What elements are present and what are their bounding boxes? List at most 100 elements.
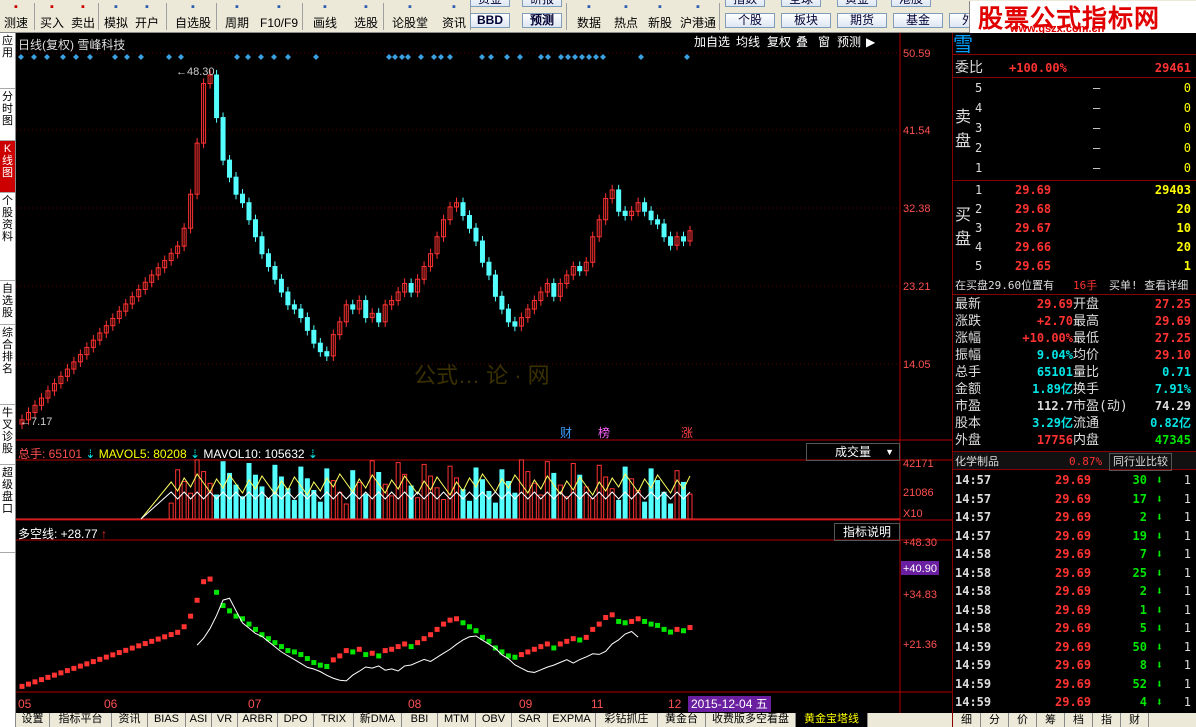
indicator-tab[interactable]: 彩钻抓庄	[596, 713, 658, 727]
indicator-tab[interactable]: 设置	[16, 713, 50, 727]
indicator-tab[interactable]: TRIX	[314, 713, 354, 727]
toolbar-top-button[interactable]: 指数	[725, 0, 765, 7]
chart-top-button[interactable]: 预测	[835, 34, 864, 51]
tick-volume: 7	[1139, 547, 1147, 561]
toolbar-right-button[interactable]: 板块	[781, 13, 831, 28]
date-axis-label: 08	[408, 697, 422, 711]
toolbar-account-button[interactable]: ▪ 开户	[132, 0, 162, 32]
indicator-tab[interactable]: BBI	[402, 713, 438, 727]
toolbar-mid-button[interactable]: 预测	[522, 13, 562, 28]
sector-name[interactable]: 化学制品	[955, 452, 999, 471]
chart-top-button[interactable]: 加自选	[692, 34, 733, 51]
chart-top-button[interactable]: ▶	[864, 34, 878, 51]
arrow-down-icon: ⬇	[1155, 510, 1163, 524]
quote-row: 股本 3.29亿 流通 0.82亿	[953, 415, 1196, 432]
indicator-tab[interactable]: VR	[212, 713, 238, 727]
right-panel-tab[interactable]: 价	[1009, 713, 1037, 727]
toolbar-hot-button[interactable]: ▪ 热点	[611, 0, 641, 32]
left-nav-item[interactable]: 个股资料	[0, 193, 15, 281]
indicator-tab[interactable]: 黄金宝塔线	[796, 713, 868, 727]
indicator-tab[interactable]: OBV	[476, 713, 512, 727]
indicator-help-button[interactable]: 指标说明	[834, 523, 900, 541]
volume-dropdown[interactable]: 成交量 ▼	[806, 443, 900, 461]
indicator-block	[155, 636, 161, 642]
toolbar-new-stock-button[interactable]: ▪ 新股	[645, 0, 675, 32]
notice-link[interactable]: 买单! 查看详细	[1109, 276, 1188, 295]
indicator-tab[interactable]: EXPMA	[548, 713, 596, 727]
toolbar-top-button[interactable]: 黄金	[837, 0, 877, 7]
tick-time: 14:58	[955, 602, 992, 617]
indicator-tab[interactable]: ARBR	[238, 713, 278, 727]
indicator-block	[441, 621, 447, 627]
toolbar-right-button[interactable]: 基金	[893, 13, 943, 28]
chart-canvas[interactable]: 50.59 41.54 32.38 23.21 14.05 ←48.30 ←7.17 公式… …	[16, 33, 952, 713]
tick-count: 1	[1183, 547, 1191, 561]
indicator-block	[395, 644, 401, 650]
chart-area[interactable]: 50.59 41.54 32.38 23.21 14.05 ←48.30 ←7.17 公式… …	[16, 33, 952, 713]
toolbar-gauge-button[interactable]: ▪ 测速	[0, 0, 32, 32]
right-panel-tab[interactable]: 档	[1065, 713, 1093, 727]
indicator-tab[interactable]: DPO	[278, 713, 314, 727]
toolbar-hkex-button[interactable]: ▪ 沪港通	[678, 0, 718, 32]
indicator-tab[interactable]: MTM	[438, 713, 476, 727]
toolbar-pen-button[interactable]: ▪ 画线	[306, 0, 344, 32]
buy-row: 1 29.69 29403	[953, 181, 1196, 200]
toolbar-mid-button[interactable]: BBD	[470, 13, 510, 28]
right-panel-tab[interactable]: 财	[1121, 713, 1149, 727]
toolbar-top-button[interactable]: 港股	[891, 0, 931, 7]
indicator-tab[interactable]: 指标平台	[50, 713, 112, 727]
toolbar-sell-button[interactable]: ▪ 卖出	[67, 0, 99, 32]
toolbar-top-button[interactable]: 全球	[781, 0, 821, 7]
left-nav-item[interactable]: 分时图	[0, 89, 15, 141]
chart-top-button[interactable]: 均线	[734, 34, 763, 51]
left-nav-item[interactable]: 牛叉诊股	[0, 405, 15, 465]
indicator-block	[538, 644, 544, 650]
chart-top-button[interactable]: 叠	[794, 34, 811, 51]
indicator-tab[interactable]: 收费版多空看盘	[706, 713, 796, 727]
toolbar-top-button[interactable]: 研报	[522, 0, 562, 7]
toolbar-simulate-button[interactable]: ▪ 模拟	[101, 0, 131, 32]
right-panel-tab[interactable]: 细	[953, 713, 981, 727]
indicator-tab[interactable]: BIAS	[148, 713, 186, 727]
forum-icon: ▪	[408, 1, 412, 13]
volume-bar	[668, 503, 674, 520]
buy-row: 2 29.68 20	[953, 200, 1196, 219]
chart-top-button[interactable]: 窗	[816, 34, 833, 51]
candlestick	[479, 235, 485, 268]
indicator-tab[interactable]: 新DMA	[354, 713, 402, 727]
toolbar-right-button[interactable]: 期货	[837, 13, 887, 28]
buy-volume: 1	[1183, 259, 1191, 273]
indicator-tab[interactable]: 资讯	[112, 713, 148, 727]
toolbar-data-button[interactable]: ▪ 数据	[572, 0, 606, 32]
left-nav-item[interactable]: 自选股	[0, 281, 15, 325]
indicator-tab[interactable]: SAR	[512, 713, 548, 727]
indicator-tab[interactable]: 黄金台	[658, 713, 706, 727]
toolbar-buy-button[interactable]: ▪ 买入	[37, 0, 67, 32]
indicator-block	[285, 648, 291, 654]
left-nav-item[interactable]: 综合排名	[0, 325, 15, 405]
sell-price: –	[1093, 81, 1101, 95]
toolbar-period-button[interactable]: ▪ 周期	[220, 0, 254, 32]
chart-top-button[interactable]: 复权	[765, 34, 794, 51]
left-nav-item[interactable]: 应用	[0, 33, 15, 89]
toolbar-filter-button[interactable]: ▪ 选股	[348, 0, 384, 32]
tick-count: 1	[1183, 602, 1191, 617]
toolbar-star-button[interactable]: ▪ 自选股	[170, 0, 216, 32]
toolbar-forum-button[interactable]: ▪ 论股堂	[388, 0, 432, 32]
sector-compare-button[interactable]: 同行业比较	[1109, 453, 1172, 471]
toolbar-right-button[interactable]: 个股	[725, 13, 775, 28]
toolbar-top-button[interactable]: 资金	[470, 0, 510, 7]
indicator-block	[408, 644, 414, 650]
right-panel-tab[interactable]: 分	[981, 713, 1009, 727]
sector-pct: 0.87%	[1069, 455, 1103, 468]
left-nav-item[interactable]: 超级盘口	[0, 465, 15, 553]
tick-volume: 50	[1132, 639, 1147, 654]
right-panel-tab[interactable]: 筹	[1037, 713, 1065, 727]
toolbar-f10-button[interactable]: ▪ F10/F9	[257, 0, 301, 32]
indicator-block	[389, 646, 395, 652]
left-nav-item[interactable]: K线图	[0, 141, 15, 193]
indicator-tab[interactable]: ASI	[186, 713, 212, 727]
toolbar-news-button[interactable]: ▪ 资讯	[436, 0, 472, 32]
toolbar-separator	[302, 3, 303, 30]
right-panel-tab[interactable]: 指	[1093, 713, 1121, 727]
